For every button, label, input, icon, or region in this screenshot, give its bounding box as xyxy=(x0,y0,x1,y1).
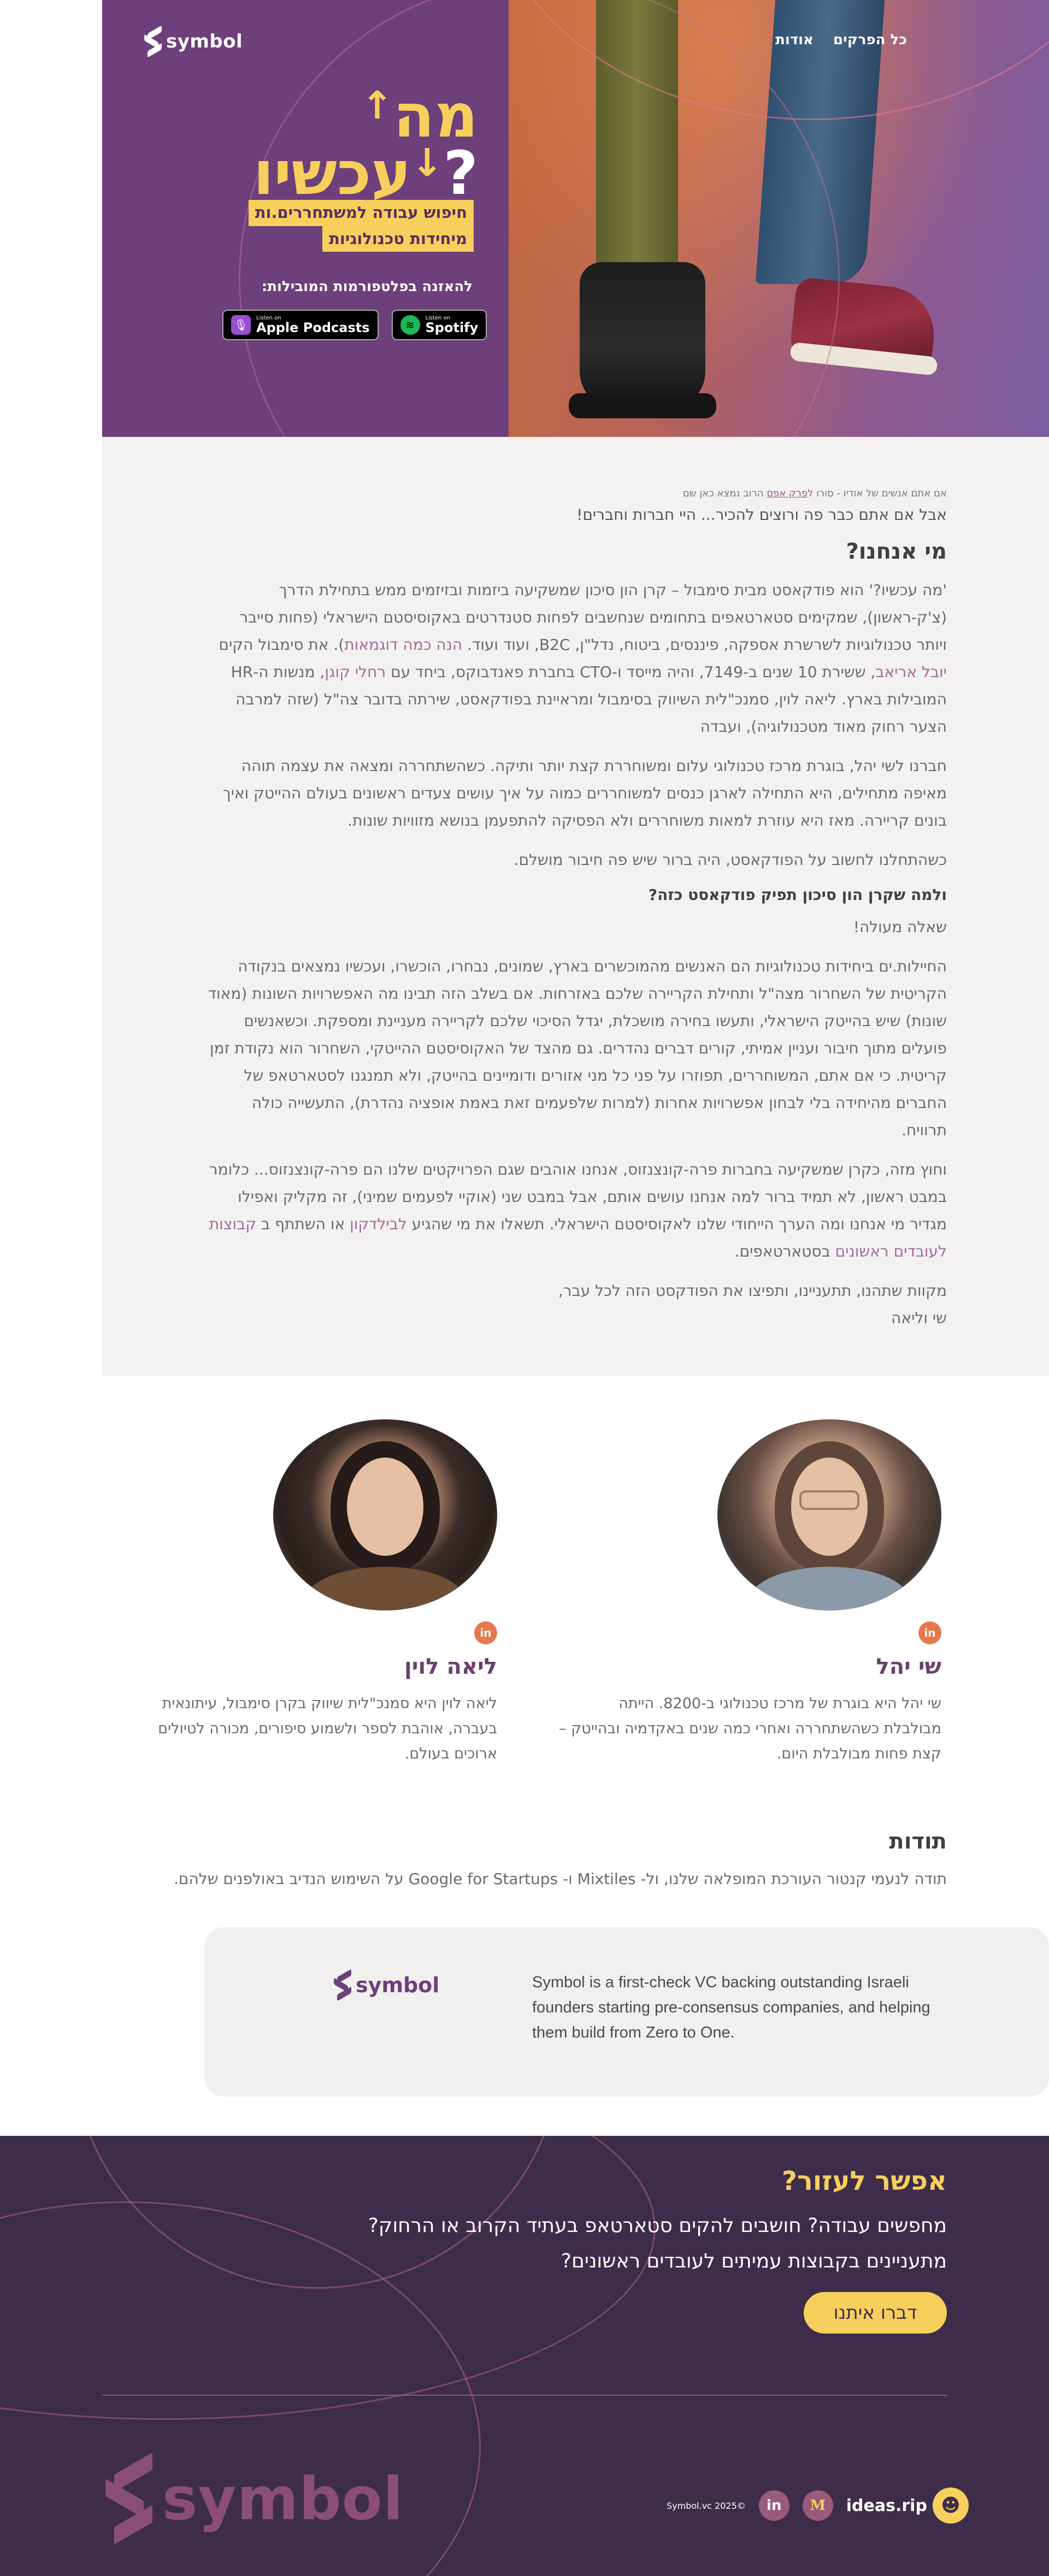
symbol-logo-icon xyxy=(102,2452,152,2545)
about-heading: מי אנחנו? xyxy=(846,539,947,564)
examples-link[interactable]: הנה כמה דוגמאות xyxy=(344,636,462,654)
about-section: אם אתם אנשים של אודיו - סורו לפרק אפס הר… xyxy=(102,437,1049,1376)
subtitle-line1: חיפוש עבודה למשתחררים.ות xyxy=(248,200,474,226)
host-name: שי יהל xyxy=(876,1654,942,1679)
about-lead: אבל אם אתם כבר פה ורוצים להכיר... היי חב… xyxy=(576,506,947,524)
symbol-description: Symbol is a first-check VC backing outst… xyxy=(532,1974,930,2041)
thanks-title: תודות xyxy=(889,1829,947,1854)
about-paragraph-6: וחוץ מזה, כקרן שמשקיעה בחברות פרה-קונצנז… xyxy=(209,1160,947,1260)
linkedin-icon[interactable]: in xyxy=(918,1621,941,1644)
subtitle-line2: מיחידות טכנולוגיות xyxy=(322,226,474,252)
buildcon-link[interactable]: לבילדקון xyxy=(350,1215,407,1233)
arrow-down-icon: ↓ xyxy=(411,140,444,185)
host-bio: ליאה לוין היא סמנכ"לית שיווק בקרן סימבול… xyxy=(158,1695,497,1762)
copyright: Symbol.vc 2025© xyxy=(667,2500,746,2511)
medium-icon[interactable]: M xyxy=(802,2490,833,2521)
symbol-logo-icon xyxy=(333,1969,351,2001)
apple-podcasts-badge[interactable]: 🎙 Listen on Apple Podcasts xyxy=(222,310,379,340)
avatar xyxy=(717,1419,941,1610)
main-nav: כל הפרקים אודות xyxy=(775,32,907,48)
audio-credit: אם אתם אנשים של אודיו - סורו לפרק אפס הר… xyxy=(682,488,947,499)
hosts-section: in שי יהל שי יהל היא בוגרת של מרכז טכנול… xyxy=(0,1376,1049,1829)
about-paragraph-5: החיילות.ים ביחידות טכנולוגיות הם האנשים … xyxy=(208,957,947,1139)
help-line-2: מתעניינים בקבוצות עמיתים לעובדים ראשונים… xyxy=(561,2250,947,2272)
arrow-up-icon: ↑ xyxy=(361,83,393,128)
help-title: אפשר לעזור? xyxy=(782,2166,947,2196)
linkedin-icon[interactable]: in xyxy=(474,1621,497,1644)
about-paragraph-4: שאלה מעולה! xyxy=(853,918,947,936)
site-logo[interactable]: symbol xyxy=(143,25,243,58)
thanks-text: תודה לנעמי קנטור העורכת המופלאה שלנו, ול… xyxy=(174,1870,947,1888)
footer-logo[interactable]: symbol xyxy=(102,2452,404,2545)
nav-all-episodes[interactable]: כל הפרקים xyxy=(833,32,907,48)
title-line2: עכשיו xyxy=(253,138,411,208)
avatar xyxy=(273,1419,497,1610)
spotify-badge[interactable]: ≋ Listen on Spotify xyxy=(391,310,487,340)
footer-divider xyxy=(102,2395,947,2396)
title-question-mark: ? xyxy=(443,138,478,208)
host-bio: שי יהל היא בוגרת של מרכז טכנולוגי ב-8200… xyxy=(559,1695,941,1762)
host-card-shai: in שי יהל שי יהל היא בוגרת של מרכז טכנול… xyxy=(553,1419,947,1767)
symbol-info-box: symbol Symbol is a first-check VC backin… xyxy=(204,1927,1049,2097)
linkedin-icon[interactable]: in xyxy=(758,2490,789,2521)
about-paragraph-3: כשהתחלנו לחשוב על הפודקאסט, היה ברור שיש… xyxy=(514,851,947,869)
nav-about[interactable]: אודות xyxy=(775,32,814,48)
about-signature: שי וליאה xyxy=(891,1309,947,1327)
ideas-face-icon: ☻ xyxy=(932,2488,969,2524)
about-subheading: ולמה שקרן הון סיכון תפיק פודקאסט כזה? xyxy=(648,886,947,904)
hero-subtitle: חיפוש עבודה למשתחררים.ות מיחידות טכנולוג… xyxy=(248,200,474,252)
footer-social-links: Symbol.vc 2025© in M ideas.rip ☻ xyxy=(667,2488,969,2524)
hero-title: מה↑ ?↓עכשיו xyxy=(253,83,478,203)
racheli-link[interactable]: רחלי קוגן xyxy=(325,663,386,681)
symbol-logo[interactable]: symbol xyxy=(333,1969,439,2001)
footer: אפשר לעזור? מחפשים עבודה? חושבים להקים ס… xyxy=(0,2136,1049,2576)
about-paragraph-1: 'מה עכשיו?' הוא פודקאסט מבית סימבול – קר… xyxy=(219,581,947,736)
symbol-logo-icon xyxy=(143,25,162,58)
help-line-1: מחפשים עבודה? חושבים להקים סטארטאפ בעתיד… xyxy=(368,2214,947,2237)
episode-zero-link[interactable]: פרק אפס xyxy=(767,488,808,499)
yuval-link[interactable]: יובל אריאב xyxy=(875,663,947,681)
listen-label: להאזנה בפלטפורמות המובילות: xyxy=(261,279,473,295)
logo-text: symbol xyxy=(166,31,243,52)
podcast-icon: 🎙 xyxy=(231,315,251,335)
about-closing: מקוות שתהנו, תתעניינו, ותפיצו את הפודקסט… xyxy=(558,1282,947,1300)
contact-us-button[interactable]: דברו איתנו xyxy=(804,2292,947,2334)
thanks-section: תודות תודה לנעמי קנטור העורכת המופלאה של… xyxy=(0,1829,1049,1905)
about-paragraph-2: חברנו לשי יהל, בוגרת מרכז טכנולוגי עלום … xyxy=(222,757,947,830)
host-name: ליאה לוין xyxy=(404,1654,497,1679)
spotify-icon: ≋ xyxy=(400,315,420,335)
host-card-liah: in ליאה לוין ליאה לוין היא סמנכ"לית שיוו… xyxy=(109,1419,503,1767)
platform-badges: 🎙 Listen on Apple Podcasts ≋ Listen on S… xyxy=(222,310,487,340)
ideas-rip-link[interactable]: ideas.rip ☻ xyxy=(846,2488,969,2524)
hero: symbol כל הפרקים אודות מה↑ ?↓עכשיו חיפוש… xyxy=(102,0,1049,437)
